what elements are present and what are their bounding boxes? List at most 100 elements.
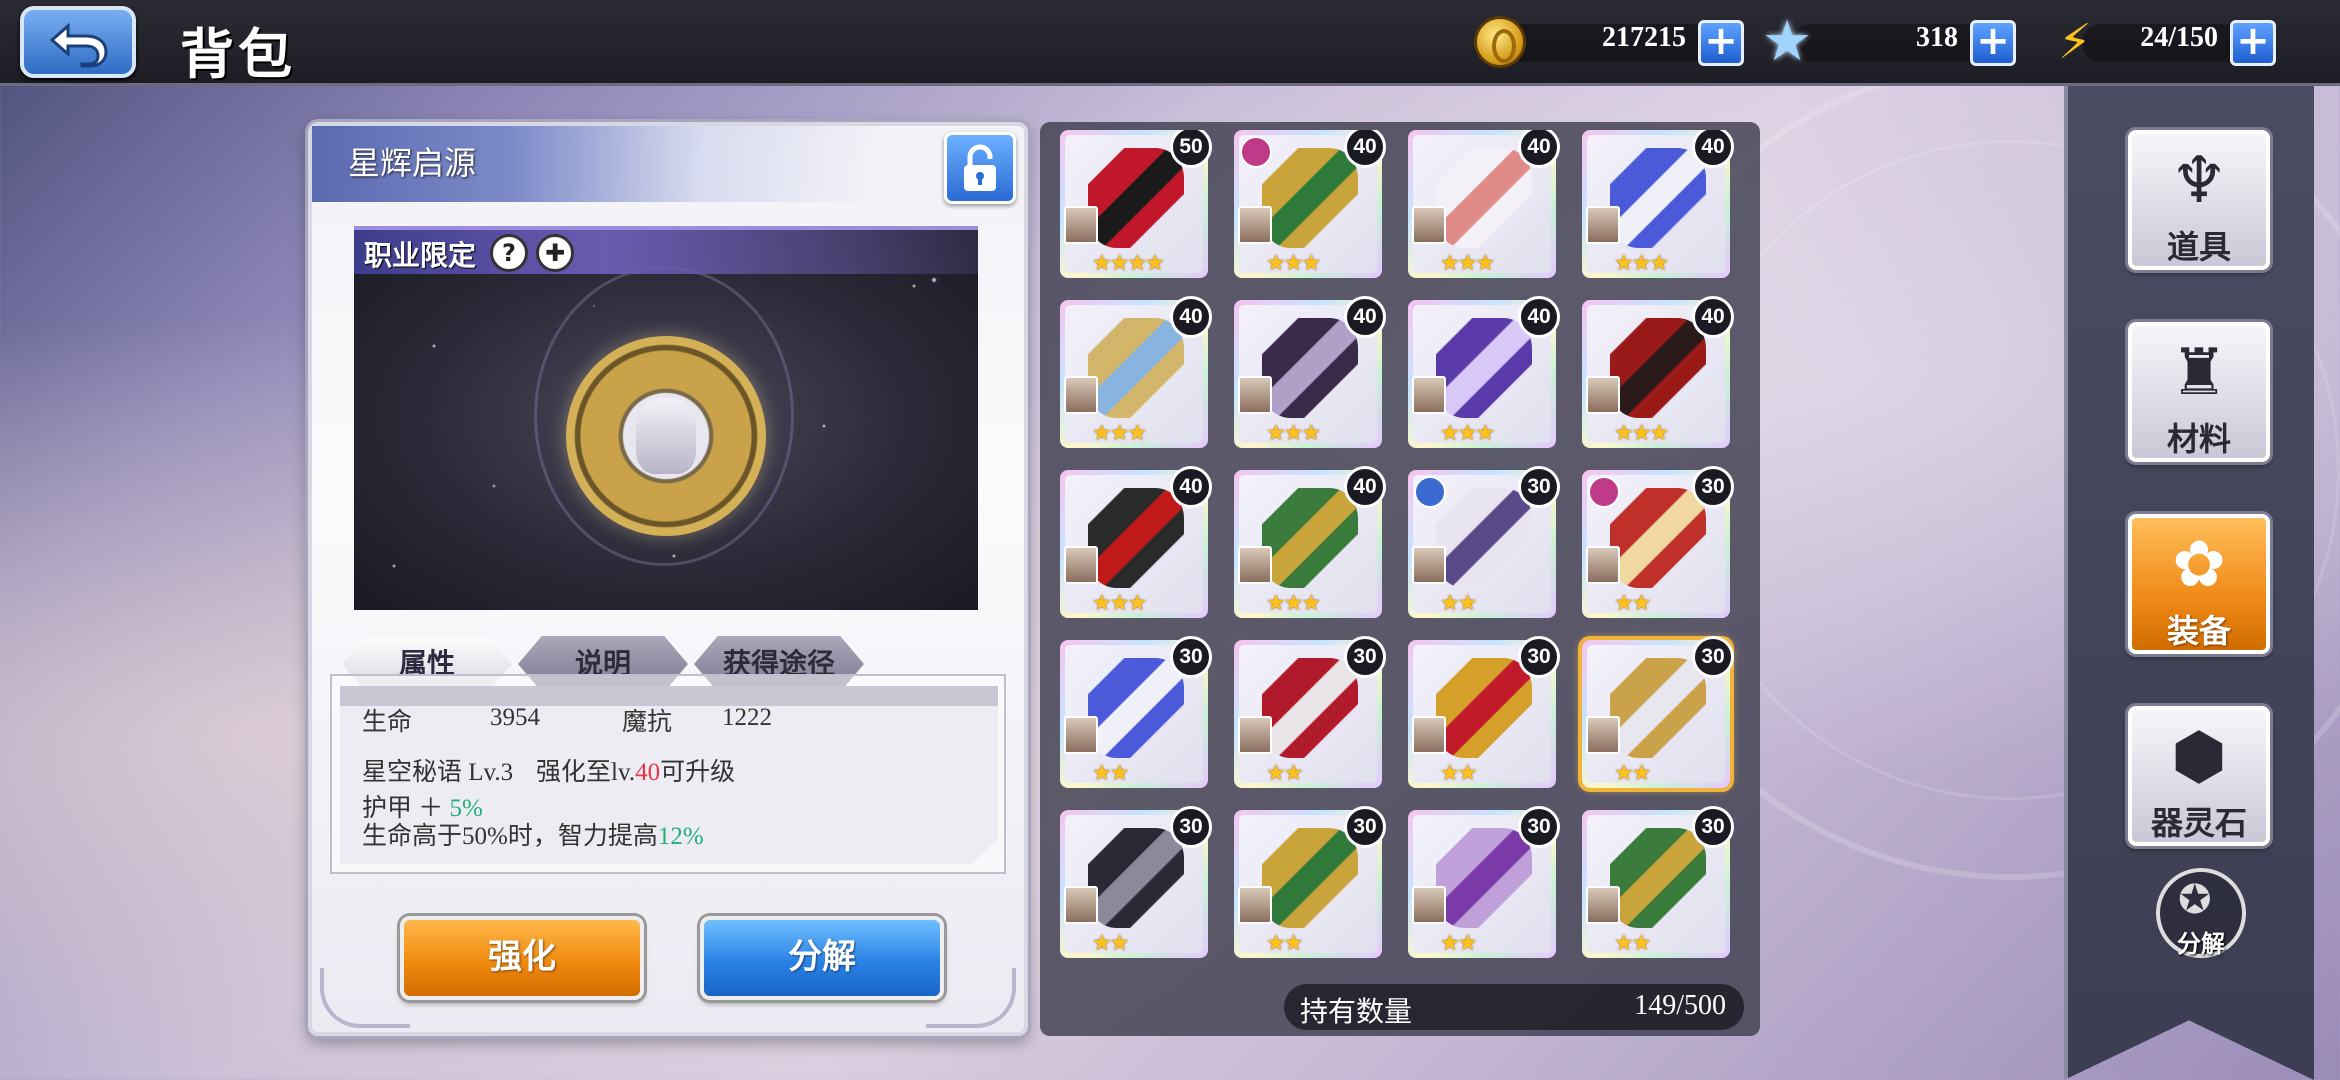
inventory-item-spear[interactable]: 40 ★★★ (1060, 466, 1212, 618)
gold-coin-icon (1474, 16, 1526, 68)
inventory-item-red-helm[interactable]: 30 ★★ (1234, 636, 1386, 788)
star-resource: ★ 318 + (1762, 14, 2016, 70)
green-staff-icon (1262, 148, 1358, 248)
item-level: 30 (1692, 806, 1734, 848)
sidebar-tab-label: 器灵石 (2150, 804, 2247, 842)
add-stamina-button[interactable]: + (2230, 20, 2276, 66)
owner-portrait (1412, 376, 1446, 414)
inventory-item-red-sword[interactable]: 40 ★★★ (1582, 296, 1734, 448)
upgrade-hint: 强化至lv.40可升级 (536, 752, 735, 788)
star-rating: ★★★ (1440, 251, 1495, 276)
props-icon: ♆ (2170, 144, 2228, 218)
owner-portrait (1412, 716, 1446, 754)
pentagram-icon: ✪ (2178, 877, 2212, 923)
sidebar-tab-2[interactable]: ✿ 装备 (2128, 514, 2270, 654)
item-level: 40 (1170, 466, 1212, 508)
attribute-box: 生命 3954 魔抗 1222 星空秘语 Lv.3 强化至lv.40可升级 护甲… (330, 674, 1006, 874)
inventory-item-purple-blade[interactable]: 40 ★★★ (1408, 296, 1560, 448)
star-rating: ★★★ (1266, 251, 1321, 276)
inventory-item-chain[interactable]: 40 ★★★ (1234, 296, 1386, 448)
effect-intellect: 生命高于50%时，智力提高12% (362, 816, 704, 852)
item-level: 40 (1692, 296, 1734, 338)
owner-portrait (1412, 206, 1446, 244)
sidebar-tab-0[interactable]: ♆ 道具 (2128, 130, 2270, 270)
inventory-count-bar: 持有数量 149/500 (1284, 984, 1744, 1030)
owner-portrait (1586, 716, 1620, 754)
item-level: 40 (1344, 296, 1386, 338)
item-level: 40 (1344, 466, 1386, 508)
back-arrow-icon (49, 22, 108, 68)
owner-portrait (1238, 376, 1272, 414)
inventory-item-dark-wings[interactable]: 30 ★★ (1060, 806, 1212, 958)
inventory-item-wand[interactable]: 30 ★★ (1408, 806, 1560, 958)
sidebar-tab-1[interactable]: ♜ 材料 (2128, 322, 2270, 462)
owner-portrait (1238, 886, 1272, 924)
owner-portrait (1586, 886, 1620, 924)
inventory-item-green-staff[interactable]: 30 ★★ (1234, 806, 1386, 958)
sidebar-tab-3[interactable]: ⬢ 器灵石 (2128, 706, 2270, 846)
help-icon[interactable]: ? (490, 234, 528, 272)
inventory-item-serpent-staff[interactable]: 30 ★★ (1582, 806, 1734, 958)
item-level: 40 (1692, 130, 1734, 168)
item-level: 30 (1170, 806, 1212, 848)
sun-emblem-artwork (566, 336, 766, 536)
owner-portrait (1064, 206, 1098, 244)
inventory-item-green-staff[interactable]: 40 ★★★ (1234, 130, 1386, 278)
star-crystal-icon: ★ (1762, 9, 1813, 74)
inventory-item-blue-vase[interactable]: 40 ★★★ (1582, 130, 1734, 278)
chain-icon (1262, 318, 1358, 418)
lock-toggle-button[interactable] (944, 132, 1016, 204)
item-level: 30 (1692, 636, 1734, 678)
series-badge-icon (1414, 476, 1446, 508)
owner-portrait (1238, 716, 1272, 754)
owner-portrait (1064, 376, 1098, 414)
effect-intellect-value: 12% (657, 823, 704, 850)
upgrade-level: 40 (635, 759, 661, 786)
inventory-item-crown[interactable]: 30 ★★ (1408, 636, 1560, 788)
unlock-icon (964, 144, 996, 191)
star-rating: ★★★ (1266, 591, 1321, 616)
count-label: 持有数量 (1300, 995, 1413, 1028)
inventory-item-sun-emblem[interactable]: 30 ★★ (1582, 636, 1734, 788)
skill-name: 星空秘语 Lv.3 (362, 759, 514, 786)
star-rating: ★★★ (1092, 591, 1147, 616)
decompose-button[interactable]: 分解 (700, 916, 944, 1000)
item-name: 星辉启源 (348, 144, 477, 182)
count-value: 149/500 (1634, 990, 1726, 1021)
star-rating: ★★★ (1614, 251, 1669, 276)
material-crystal-icon: ♜ (2170, 336, 2228, 410)
owner-portrait (1586, 546, 1620, 584)
sidebar-decompose-button[interactable]: ✪ 分解 (2156, 868, 2246, 958)
serpent-staff-icon (1610, 828, 1706, 928)
spirit-stone-icon: ⬢ (2171, 720, 2227, 794)
inventory-item-scythe[interactable]: 50 ★★★★ (1060, 130, 1212, 278)
corner-ornament-left (320, 968, 410, 1028)
item-level: 40 (1518, 296, 1560, 338)
sidebar-tab-label: 道具 (2166, 228, 2231, 266)
class-restriction-label: 职业限定 (364, 239, 477, 272)
star-rating: ★★ (1614, 761, 1651, 786)
enhance-button[interactable]: 强化 (400, 916, 644, 1000)
inventory-panel: 50 ★★★★ 40 ★★★ 40 ★★★ 40 ★★★ 40 ★★★ 40 ★★★ 40 ★★★ 40 ★★… (1040, 122, 1760, 1036)
owner-portrait (1412, 886, 1446, 924)
inventory-item-blue-vase[interactable]: 30 ★★ (1060, 636, 1212, 788)
owner-portrait (1586, 206, 1620, 244)
inventory-item-gauntlet[interactable]: 40 ★★★ (1060, 296, 1212, 448)
add-star-button[interactable]: + (1970, 20, 2016, 66)
inventory-item-swan-vase[interactable]: 40 ★★★ (1408, 130, 1560, 278)
star-value: 318 (1916, 22, 1958, 53)
green-staff-icon (1262, 828, 1358, 928)
inventory-item-red-robe[interactable]: 30 ★★ (1582, 466, 1734, 618)
priest-class-icon: ✚ (536, 234, 574, 272)
inventory-item-serpent-staff[interactable]: 40 ★★★ (1234, 466, 1386, 618)
add-gold-button[interactable]: + (1698, 20, 1744, 66)
upgrade-suffix: 可升级 (660, 759, 736, 786)
back-button[interactable] (20, 6, 136, 78)
red-sword-icon (1610, 318, 1706, 418)
swan-vase-icon (1436, 148, 1532, 248)
item-level: 30 (1518, 636, 1560, 678)
serpent-staff-icon (1262, 488, 1358, 588)
gold-value: 217215 (1602, 22, 1686, 53)
inventory-item-white-robe[interactable]: 30 ★★ (1408, 466, 1560, 618)
star-rating: ★★ (1440, 761, 1477, 786)
